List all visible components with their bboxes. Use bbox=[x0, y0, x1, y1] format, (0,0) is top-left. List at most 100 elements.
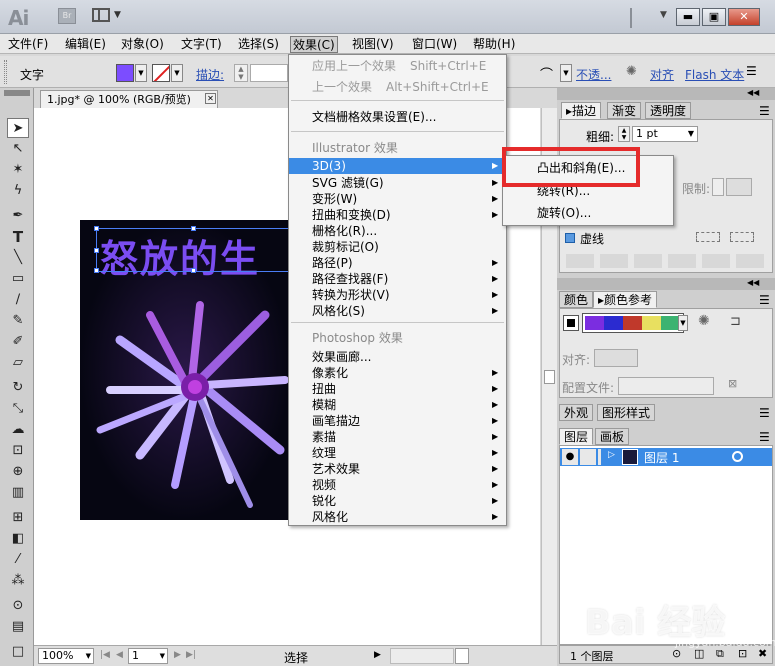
menu-rasterize[interactable]: 栅格化(R)... bbox=[289, 223, 506, 239]
collapse-icon[interactable]: ▼ bbox=[660, 10, 667, 20]
stroke-stepper[interactable]: ▲ ▼ bbox=[234, 64, 248, 82]
fill-dropdown-icon[interactable]: ▼ bbox=[135, 64, 147, 82]
line-tool-icon[interactable]: ╲ bbox=[7, 248, 29, 268]
menu-video[interactable]: 视频 ▶ bbox=[289, 477, 506, 493]
opacity-label[interactable]: 不透... bbox=[576, 66, 611, 83]
pencil-tool-icon[interactable]: ✎ bbox=[7, 311, 29, 331]
magic-wand-tool-icon[interactable]: ✶ bbox=[7, 160, 29, 180]
direct-selection-tool-icon[interactable]: ↖ bbox=[7, 139, 29, 159]
dash-gap-fields[interactable] bbox=[566, 254, 766, 268]
layers-menu-icon[interactable]: ☰ bbox=[759, 430, 770, 444]
graph-tool-icon[interactable]: ▥ bbox=[7, 483, 29, 503]
menu-sharpen[interactable]: 锐化 ▶ bbox=[289, 493, 506, 509]
menu-warp[interactable]: 变形(W) ▶ bbox=[289, 191, 506, 207]
target-icon[interactable] bbox=[732, 451, 743, 462]
close-button[interactable]: ✕ bbox=[728, 8, 760, 26]
next-page-icon[interactable]: ▶ bbox=[174, 650, 181, 660]
prev-page-icon[interactable]: ◀ bbox=[116, 650, 123, 660]
shape-builder-tool-icon[interactable]: ⊕ bbox=[7, 462, 29, 482]
color-panel-menu-icon[interactable]: ☰ bbox=[759, 293, 770, 307]
mesh-tool-icon[interactable]: ⊞ bbox=[7, 508, 29, 528]
status-menu-arrow-icon[interactable]: ▶ bbox=[374, 650, 381, 660]
menu-brush-strokes[interactable]: 画笔描边 ▶ bbox=[289, 413, 506, 429]
pen-tool-icon[interactable]: ✒ bbox=[7, 206, 29, 226]
new-sublayer-icon[interactable]: ⧉ bbox=[716, 647, 724, 661]
handle-bottom-left[interactable] bbox=[94, 268, 99, 273]
tab-artboards[interactable]: 画板 bbox=[595, 428, 630, 445]
menu-artistic[interactable]: 艺术效果 ▶ bbox=[289, 461, 506, 477]
weight-select[interactable]: 1 pt ▼ bbox=[632, 126, 698, 142]
menu-convert-to-shape[interactable]: 转换为形状(V) ▶ bbox=[289, 287, 506, 303]
selection-bounding-box[interactable] bbox=[94, 226, 290, 273]
dashed-line-checkbox[interactable] bbox=[565, 233, 575, 243]
tab-stroke[interactable]: ▸描边 bbox=[561, 102, 602, 119]
last-page-icon[interactable]: ▶| bbox=[186, 650, 196, 660]
dash-align-2-icon[interactable] bbox=[730, 232, 754, 242]
column-graph-tool-icon[interactable]: ▤ bbox=[7, 617, 29, 637]
minimize-button[interactable]: ▬ bbox=[676, 8, 700, 26]
maximize-button[interactable]: ▣ bbox=[702, 8, 726, 26]
hscroll-thumb[interactable] bbox=[455, 648, 469, 664]
menu-apply-last-effect[interactable]: 应用上一个效果 Shift+Ctrl+E bbox=[289, 58, 506, 74]
menu-svg-filters[interactable]: SVG 滤镜(G) ▶ bbox=[289, 175, 506, 191]
expand-layer-icon[interactable]: ▷ bbox=[608, 450, 615, 460]
recolor-artwork-icon[interactable]: ✺ bbox=[698, 313, 710, 329]
menu-crop-marks[interactable]: 裁剪标记(O) bbox=[289, 239, 506, 255]
menu-help[interactable]: 帮助(H) bbox=[471, 36, 517, 53]
stroke-panel-menu-icon[interactable]: ☰ bbox=[759, 104, 770, 118]
profile-select[interactable] bbox=[618, 377, 714, 395]
symbol-sprayer-tool-icon[interactable]: ⊙ bbox=[7, 596, 29, 616]
align-buttons[interactable] bbox=[594, 349, 638, 367]
menu-last-effect[interactable]: 上一个效果 Alt+Shift+Ctrl+E bbox=[289, 79, 506, 95]
fill-swatch[interactable] bbox=[116, 64, 134, 82]
menu-effect-gallery[interactable]: 效果画廊... bbox=[289, 349, 506, 365]
document-tab[interactable]: 1.jpg* @ 100% (RGB/预览) ✕ bbox=[40, 90, 218, 108]
menu-distort-transform[interactable]: 扭曲和变换(D) ▶ bbox=[289, 207, 506, 223]
menu-stylize-illustrator[interactable]: 风格化(S) ▶ bbox=[289, 303, 506, 319]
weight-dropdown-icon[interactable]: ▼ bbox=[688, 127, 694, 141]
rotate-tool-icon[interactable]: ↻ bbox=[7, 378, 29, 398]
menu-object[interactable]: 对象(O) bbox=[119, 36, 166, 53]
harmony-swatches[interactable] bbox=[582, 313, 684, 333]
lock-toggle[interactable] bbox=[580, 449, 596, 465]
dock-collapse-icon[interactable]: ◀◀ bbox=[747, 88, 759, 97]
menu-blur[interactable]: 模糊 ▶ bbox=[289, 397, 506, 413]
style-dropdown-icon[interactable]: ▼ bbox=[560, 64, 572, 82]
base-color-swatch[interactable] bbox=[563, 315, 579, 331]
rectangle-tool-icon[interactable]: ▭ bbox=[7, 269, 29, 289]
menu-sketch[interactable]: 素描 ▶ bbox=[289, 429, 506, 445]
stroke-label[interactable]: 描边: bbox=[196, 66, 224, 83]
type-tool-icon[interactable]: T bbox=[7, 227, 29, 247]
stroke-weight-input[interactable] bbox=[250, 64, 288, 82]
menu-pathfinder[interactable]: 路径查找器(F) ▶ bbox=[289, 271, 506, 287]
handle-top-left[interactable] bbox=[94, 226, 99, 231]
stroke-none-swatch[interactable] bbox=[152, 64, 170, 82]
blend-tool-icon[interactable]: ⁂ bbox=[7, 571, 29, 591]
menu-3d[interactable]: 3D(3) ▶ bbox=[289, 158, 506, 174]
page-dropdown-icon[interactable]: ▼ bbox=[160, 649, 165, 663]
menu-view[interactable]: 视图(V) bbox=[350, 36, 396, 53]
menu-stylize-photoshop[interactable]: 风格化 ▶ bbox=[289, 509, 506, 525]
tab-color[interactable]: 颜色 bbox=[559, 291, 594, 308]
limit-stepper[interactable] bbox=[712, 178, 724, 196]
menu-texture[interactable]: 纹理 ▶ bbox=[289, 445, 506, 461]
menu-rotate[interactable]: 旋转(O)... bbox=[503, 205, 673, 221]
dash-align-1-icon[interactable] bbox=[696, 232, 720, 242]
selection-tool-icon[interactable]: ➤ bbox=[7, 118, 29, 138]
menu-pixelate[interactable]: 像素化 ▶ bbox=[289, 365, 506, 381]
close-tab-icon[interactable]: ✕ bbox=[205, 93, 216, 104]
recolor-icon[interactable]: ✺ bbox=[626, 64, 637, 79]
menu-window[interactable]: 窗口(W) bbox=[410, 36, 459, 53]
bridge-button[interactable]: Br bbox=[58, 8, 76, 24]
eyedropper-tool-icon[interactable]: ⁄ bbox=[7, 550, 29, 570]
menu-effect[interactable]: 效果(C) bbox=[290, 36, 338, 53]
eraser-tool-icon[interactable]: ▱ bbox=[7, 353, 29, 373]
zoom-dropdown-icon[interactable]: ▼ bbox=[86, 649, 91, 663]
flash-text-label[interactable]: Flash 文本 bbox=[685, 66, 744, 83]
blob-brush-tool-icon[interactable]: ✐ bbox=[7, 332, 29, 352]
tab-transparency[interactable]: 透明度 bbox=[645, 102, 692, 119]
tab-gradient[interactable]: 渐变 bbox=[607, 102, 642, 119]
menu-select[interactable]: 选择(S) bbox=[236, 36, 281, 53]
tab-graphic-styles[interactable]: 图形样式 bbox=[597, 404, 656, 421]
control-menu-icon[interactable]: ☰ bbox=[746, 64, 757, 78]
